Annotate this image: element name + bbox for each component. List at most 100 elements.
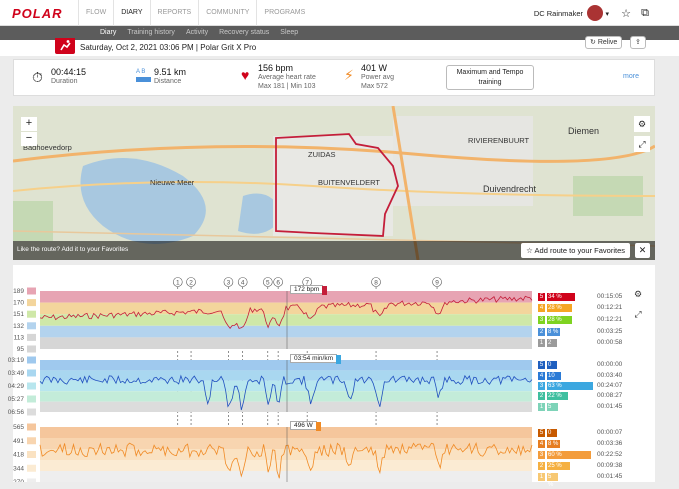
zone-badge: 3 <box>538 450 545 459</box>
zone-badge: 4 <box>538 439 545 448</box>
zone-percent-bar: 63 % <box>547 382 593 390</box>
zone-time: 00:08:27 <box>597 392 623 400</box>
axis-tick-label: 491 <box>13 438 24 445</box>
zone-band <box>40 427 532 438</box>
axis-tick-label: 170 <box>13 300 24 307</box>
zone-row: 48 % <box>538 439 590 449</box>
zone-time: 00:09:38 <box>597 461 623 469</box>
cursor-value: 172 bpm <box>294 286 320 293</box>
axis-zone-swatch <box>27 451 36 458</box>
zone-percent-bar: 0 % <box>547 361 557 376</box>
zone-time: 00:12:21 <box>597 304 623 312</box>
zone-badge: 2 <box>538 327 545 336</box>
zone-band <box>40 438 532 449</box>
zone-badge: 3 <box>538 382 545 390</box>
zone-band <box>40 401 532 412</box>
zone-percent-bar: 22 % <box>547 392 569 401</box>
axis-zone-swatch <box>27 382 36 390</box>
zone-time: 00:22:52 <box>597 450 623 458</box>
axis-zone-swatch <box>27 287 36 295</box>
zone-row: 15 % <box>538 472 590 488</box>
zone-badge: 5 <box>538 292 545 301</box>
axis-tick-label: 132 <box>13 323 24 330</box>
zone-percent-bar: 28 % <box>547 316 572 324</box>
zone-row: 2 25 % <box>538 461 590 471</box>
lap-number: 1 <box>176 280 180 287</box>
zone-percent-bar: 10 % <box>547 371 561 387</box>
zone-percent-bar: 28 % <box>547 304 572 313</box>
zone-row: 15 % <box>538 402 590 418</box>
axis-zone-swatch <box>27 356 36 364</box>
zone-time: 00:01:45 <box>597 402 623 410</box>
zone-time: 00:12:21 <box>597 316 623 323</box>
axis-tick-label: 95 <box>17 346 25 353</box>
axis-zone-swatch <box>27 369 36 377</box>
axis-tick-label: 418 <box>13 452 24 459</box>
zone-time: 00:24:07 <box>597 382 623 389</box>
axis-tick-label: 03:19 <box>8 357 25 364</box>
speed-cursor-tooltip: 03:54 min/km <box>290 354 342 364</box>
axis-zone-swatch <box>27 322 36 330</box>
chart-expand-icon[interactable]: ⤢ <box>631 307 645 321</box>
lap-number: 8 <box>374 280 378 287</box>
zone-band <box>40 471 532 482</box>
zone-band <box>40 337 532 349</box>
cursor-value: 03:54 min/km <box>294 355 334 362</box>
zone-time: 00:00:58 <box>597 339 623 347</box>
power-cursor-tooltip: 496 W <box>290 421 321 431</box>
zone-time: 00:03:25 <box>597 327 623 335</box>
zone-band <box>40 314 532 326</box>
hr-cursor-tooltip: 172 bpm <box>290 285 328 295</box>
zone-row: 50 % <box>538 360 590 376</box>
zone-row: 2 22 % <box>538 391 590 401</box>
zone-percent-bar: 8 % <box>547 327 560 336</box>
zone-badge: 2 <box>538 392 545 401</box>
axis-tick-label: 189 <box>13 288 24 295</box>
zone-row: 12 % <box>538 338 590 354</box>
zone-row: 50 % <box>538 428 590 444</box>
axis-tick-label: 113 <box>14 334 25 341</box>
zone-badge: 5 <box>538 361 545 370</box>
axis-zone-swatch <box>27 395 36 403</box>
zone-percent-bar: 60 % <box>547 450 591 459</box>
zone-badge: 2 <box>538 461 545 470</box>
zone-band <box>40 360 532 371</box>
zone-row: 410 % <box>538 371 590 387</box>
zone-percent-bar: 5 % <box>547 402 558 418</box>
axis-zone-swatch <box>27 478 36 482</box>
zone-percent-bar: 0 % <box>547 428 557 444</box>
zone-band <box>40 325 532 338</box>
zone-badge: 5 <box>538 428 545 437</box>
lap-number: 2 <box>189 280 193 287</box>
zone-badge: 1 <box>538 339 545 348</box>
axis-tick-label: 03:49 <box>8 370 25 377</box>
zone-band <box>40 291 532 303</box>
axis-zone-swatch <box>27 333 36 341</box>
axis-zone-swatch <box>27 423 36 431</box>
zone-badge: 1 <box>538 402 545 411</box>
zone-time: 00:03:36 <box>597 439 623 447</box>
lap-number: 5 <box>266 280 270 287</box>
zone-band <box>40 391 532 402</box>
zone-row: 4 28 % <box>538 303 590 313</box>
zone-badge: 4 <box>538 304 545 313</box>
chart-settings-icon[interactable]: ⚙ <box>631 287 645 301</box>
axis-zone-swatch <box>27 345 36 353</box>
zone-percent-bar: 8 % <box>547 439 560 448</box>
axis-zone-swatch <box>27 437 36 445</box>
axis-tick-label: 04:29 <box>8 383 25 390</box>
axis-tick-label: 565 <box>13 424 24 431</box>
zone-row: 3 60 % <box>538 450 591 460</box>
zone-badge: 1 <box>538 472 545 481</box>
zone-time: 00:00:07 <box>597 428 623 436</box>
lap-number: 4 <box>241 280 245 287</box>
zone-time: 00:00:00 <box>597 361 623 369</box>
zone-band <box>40 449 532 460</box>
zone-row: 3 28 % <box>538 315 590 325</box>
zone-percent-bar: 2 % <box>547 339 557 354</box>
zone-badge: 4 <box>538 371 545 380</box>
zone-time: 00:15:05 <box>597 292 623 300</box>
axis-zone-swatch <box>27 464 36 472</box>
axis-zone-swatch <box>27 310 36 318</box>
axis-zone-swatch <box>27 299 36 307</box>
